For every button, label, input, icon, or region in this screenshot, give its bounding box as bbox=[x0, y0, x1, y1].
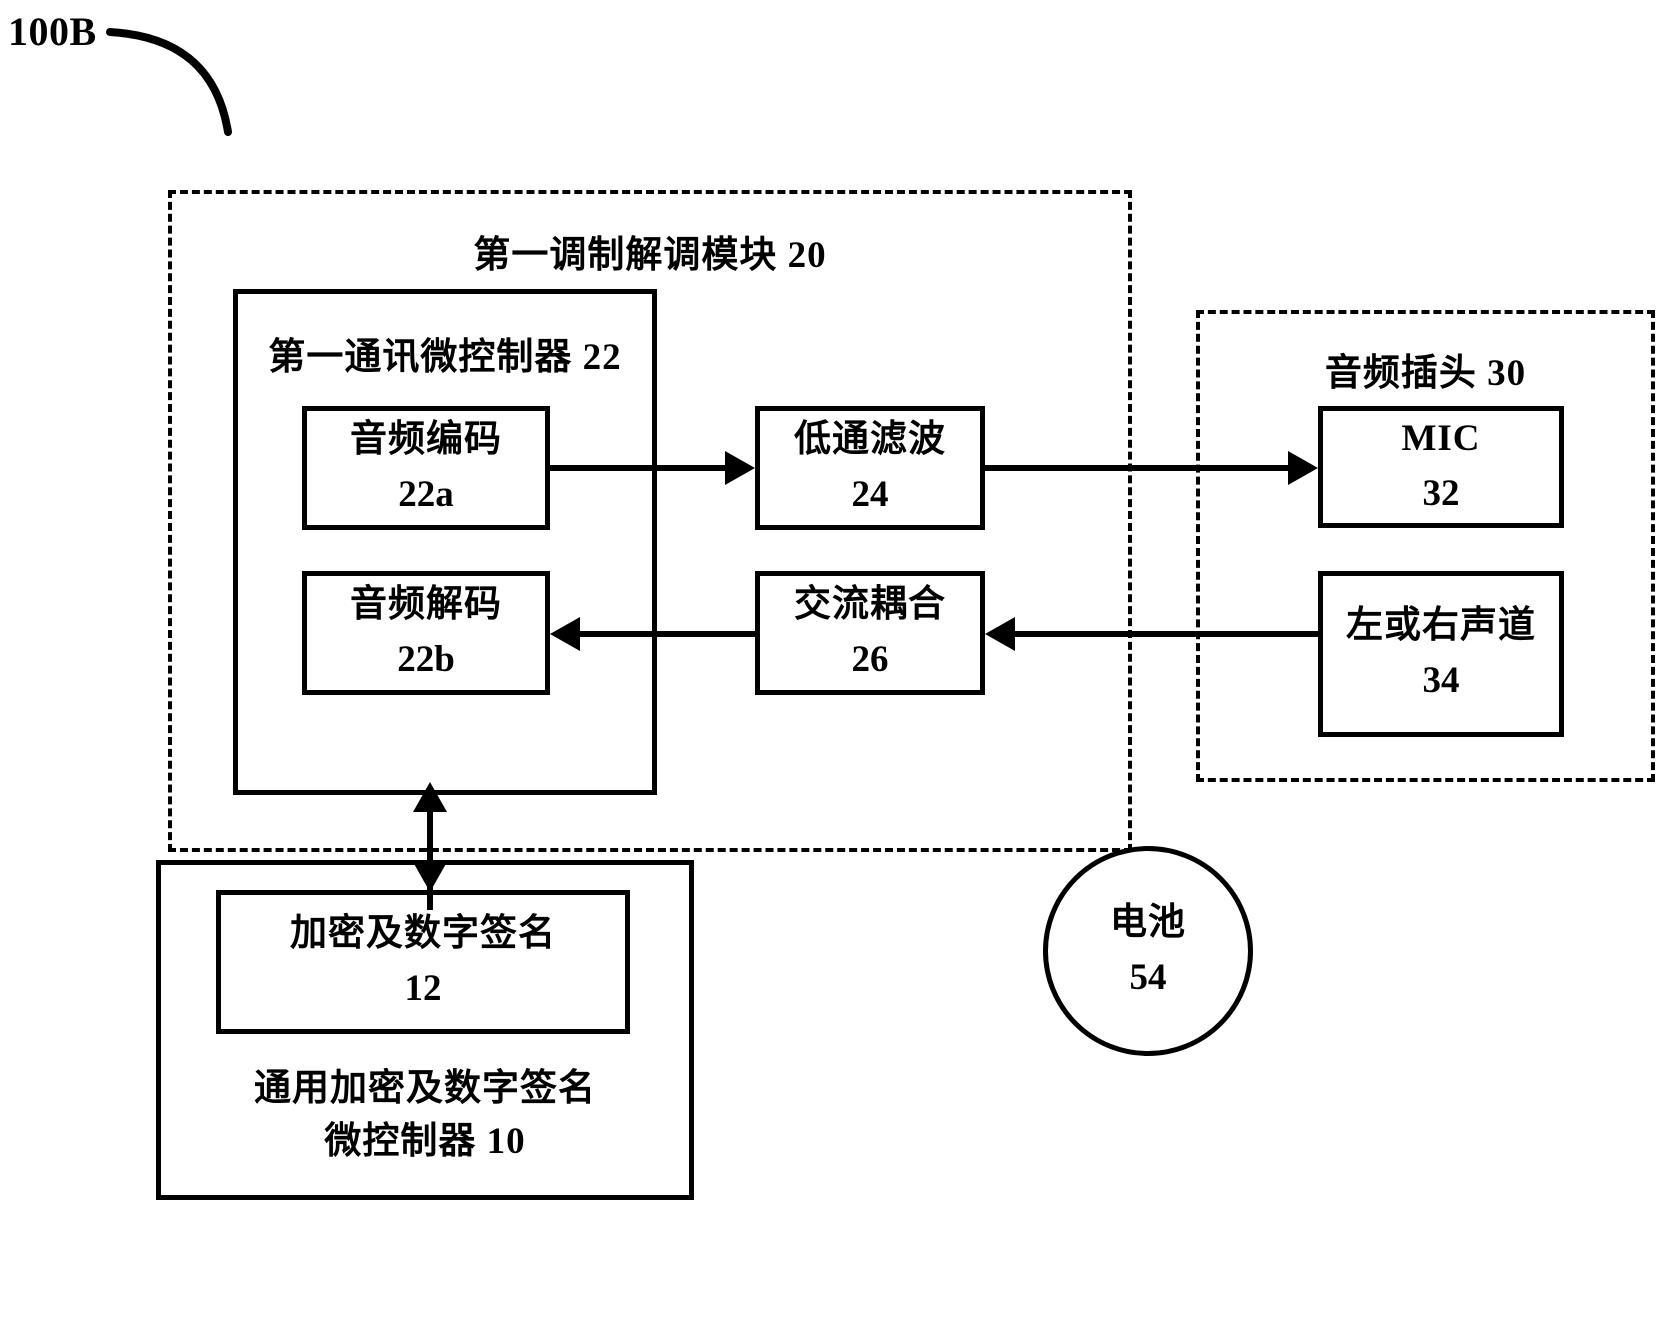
arrowhead-ac-coupling-to-decode-icon bbox=[550, 617, 580, 651]
box-encryption-signature-label: 加密及数字签名 bbox=[290, 912, 556, 954]
connector-ac-coupling-to-decode bbox=[580, 631, 755, 637]
node-battery-label: 电池 bbox=[1110, 901, 1186, 943]
connector-channel-to-ac-coupling bbox=[1015, 631, 1318, 637]
box-first-comm-mcu-title: 第一通讯微控制器 22 bbox=[268, 337, 622, 378]
group-first-modem-module-title: 第一调制解调模块 20 bbox=[473, 235, 827, 276]
node-battery-number: 54 bbox=[1129, 957, 1167, 999]
box-left-right-channel-label: 左或右声道 bbox=[1346, 604, 1536, 646]
box-mic-label: MIC bbox=[1401, 417, 1481, 459]
box-ac-coupling-number: 26 bbox=[851, 639, 889, 681]
arrowhead-crypto-to-comm-down-icon bbox=[413, 862, 447, 892]
box-generic-crypto-mcu-line1: 通用加密及数字签名 bbox=[254, 1067, 596, 1109]
box-encryption-signature-number: 12 bbox=[404, 968, 442, 1010]
box-audio-decode-number: 22b bbox=[397, 639, 455, 681]
box-low-pass-filter: 低通滤波 24 bbox=[755, 406, 985, 530]
connector-lpf-to-mic bbox=[985, 465, 1288, 471]
arrowhead-encode-to-lpf-icon bbox=[725, 451, 755, 485]
box-ac-coupling-label: 交流耦合 bbox=[794, 583, 946, 625]
box-audio-decode: 音频解码 22b bbox=[302, 571, 550, 695]
box-audio-encode-label: 音频编码 bbox=[350, 418, 502, 460]
box-mic: MIC 32 bbox=[1318, 406, 1564, 528]
arrowhead-channel-to-ac-coupling-icon bbox=[985, 617, 1015, 651]
figure-reference-label: 100B bbox=[8, 9, 97, 54]
box-encryption-signature: 加密及数字签名 12 bbox=[216, 890, 630, 1034]
box-first-comm-mcu: 第一通讯微控制器 22 bbox=[233, 289, 657, 795]
diagram-canvas: 100B 第一调制解调模块 20 第一通讯微控制器 22 音频编码 22a 音频… bbox=[0, 0, 1670, 1331]
box-mic-number: 32 bbox=[1422, 473, 1460, 515]
box-audio-decode-label: 音频解码 bbox=[350, 583, 502, 625]
group-audio-jack-title: 音频插头 30 bbox=[1324, 353, 1527, 394]
box-generic-crypto-mcu-line2: 微控制器 10 bbox=[324, 1121, 526, 1163]
box-left-right-channel-number: 34 bbox=[1422, 660, 1460, 702]
box-audio-encode: 音频编码 22a bbox=[302, 406, 550, 530]
connector-encode-to-lpf bbox=[550, 465, 727, 471]
box-audio-encode-number: 22a bbox=[398, 474, 454, 516]
box-low-pass-filter-label: 低通滤波 bbox=[794, 418, 946, 460]
connector-crypto-mcu-to-comm-mcu bbox=[427, 810, 433, 910]
node-battery: 电池 54 bbox=[1043, 846, 1253, 1056]
box-left-right-channel: 左或右声道 34 bbox=[1318, 571, 1564, 737]
box-ac-coupling: 交流耦合 26 bbox=[755, 571, 985, 695]
arrowhead-lpf-to-mic-icon bbox=[1288, 451, 1318, 485]
box-generic-crypto-mcu-caption: 通用加密及数字签名 微控制器 10 bbox=[161, 1062, 689, 1169]
box-low-pass-filter-number: 24 bbox=[851, 474, 889, 516]
arrowhead-crypto-to-comm-up-icon bbox=[413, 782, 447, 812]
